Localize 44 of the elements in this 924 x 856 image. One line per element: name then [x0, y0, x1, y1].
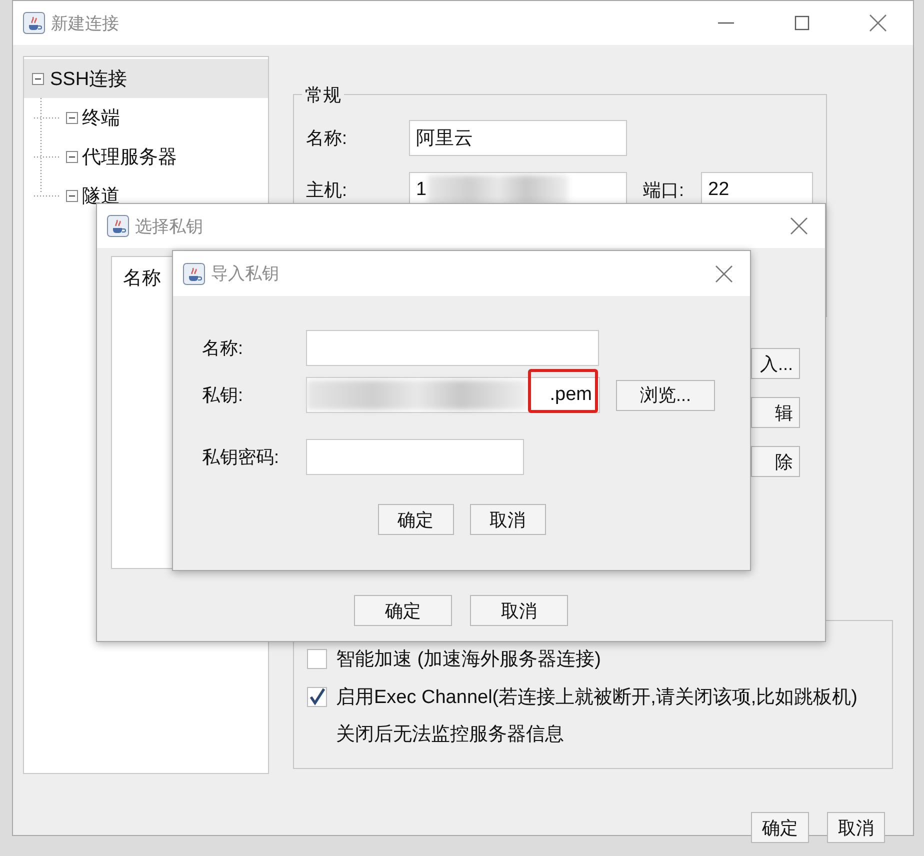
close-icon [869, 14, 887, 32]
field-label: 私钥密码: [202, 446, 280, 469]
button[interactable]: 取消 [827, 812, 885, 843]
input-field[interactable]: 阿里云 [409, 120, 627, 156]
field-label: 名称: [202, 337, 244, 360]
button[interactable]: 除 [751, 446, 800, 477]
checkbox-label: 智能加速 (加速海外服务器连接) [336, 648, 601, 672]
maximize-icon [794, 15, 810, 31]
java-cup-icon [183, 262, 205, 284]
button[interactable]: 确定 [378, 504, 454, 535]
button[interactable]: 取消 [470, 504, 546, 535]
window-title: 导入私钥 [211, 263, 279, 285]
java-cup-icon [107, 215, 129, 237]
tree-item[interactable]: 代理服务器 [24, 137, 268, 176]
java-cup-icon [23, 12, 45, 34]
collapse-icon [32, 72, 44, 84]
collapse-icon [66, 150, 78, 162]
field-label: 私钥: [202, 384, 244, 407]
tree-item[interactable]: SSH连接 [24, 59, 268, 98]
checkbox[interactable] [307, 649, 327, 669]
close-icon [715, 264, 733, 282]
minimize-icon [718, 22, 734, 24]
field-label: 主机: [306, 179, 348, 202]
input-field[interactable]: .pem [306, 377, 600, 413]
close-icon [790, 217, 808, 235]
input-field[interactable] [306, 330, 599, 366]
checkbox-label: 启用Exec Channel(若连接上就被断开,请关闭该项,比如跳板机) [336, 686, 858, 710]
button[interactable]: 入... [751, 348, 800, 379]
field-label: 名称: [306, 127, 348, 150]
button[interactable]: 确定 [751, 812, 809, 843]
note-text: 关闭后无法监控服务器信息 [336, 723, 565, 747]
checkbox-checked[interactable] [307, 687, 327, 707]
input-field[interactable] [306, 439, 524, 475]
window-title: 选择私钥 [135, 216, 203, 238]
field-label: 端口: [643, 179, 686, 202]
button[interactable]: 取消 [470, 595, 568, 626]
button[interactable]: 辑 [751, 397, 800, 428]
collapse-icon [66, 190, 78, 202]
tree-item[interactable]: 终端 [24, 98, 268, 137]
window-title: 新建连接 [51, 12, 119, 34]
button[interactable]: 确定 [354, 595, 452, 626]
button[interactable]: 浏览... [616, 380, 715, 410]
collapse-icon [66, 112, 78, 124]
column-header: 名称 [123, 268, 161, 289]
